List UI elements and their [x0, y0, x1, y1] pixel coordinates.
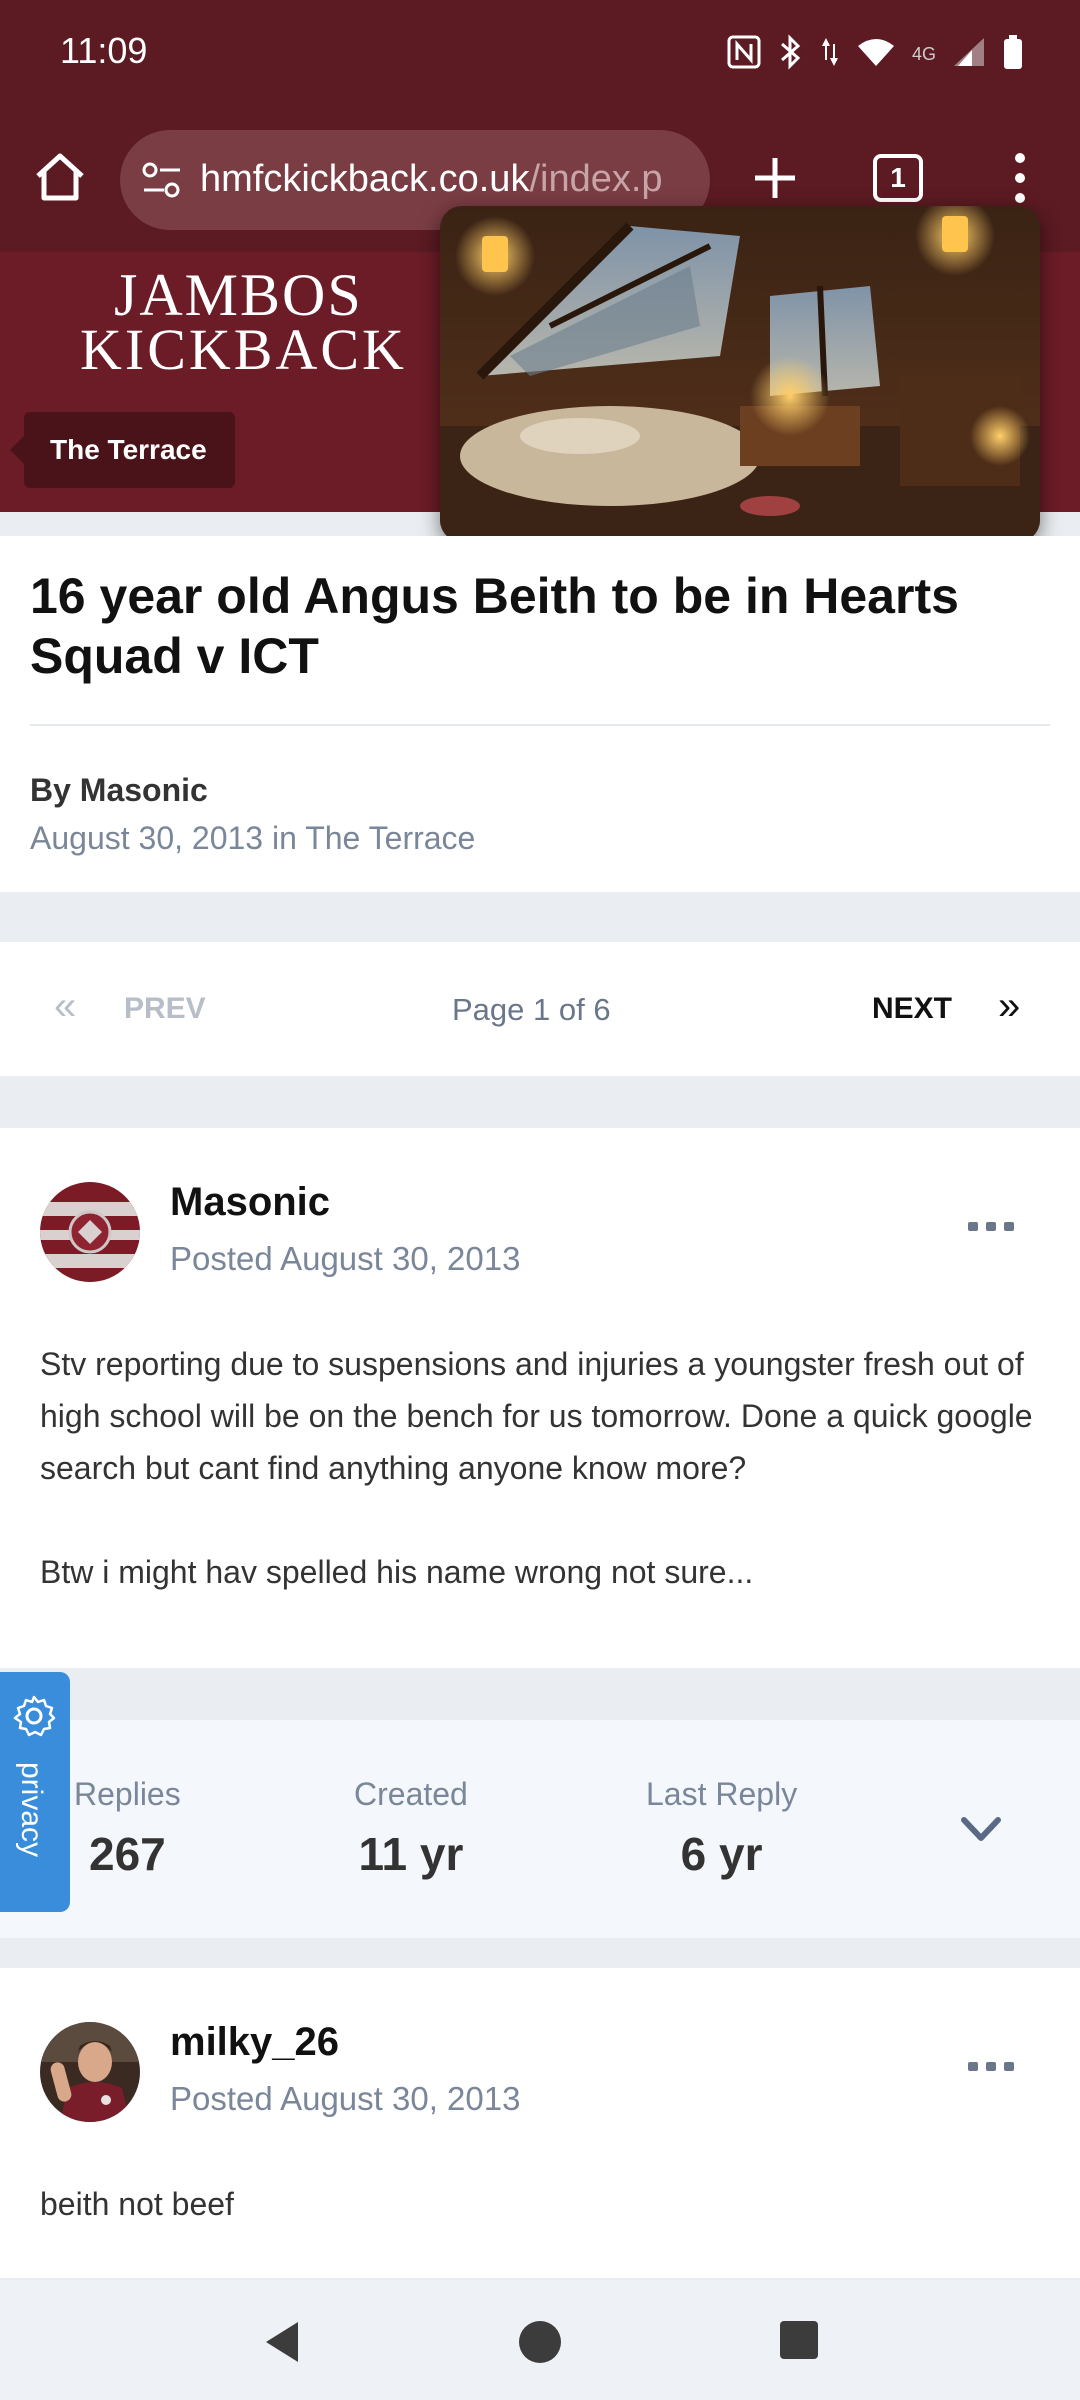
avatar-image: [40, 2022, 140, 2122]
back-triangle-icon: [266, 2322, 298, 2362]
topic-author-line: By Masonic: [30, 772, 208, 809]
url-domain: hmfckickback.co.uk: [200, 158, 530, 200]
post-author[interactable]: milky_26: [170, 2020, 339, 2065]
post-options-button[interactable]: [966, 1216, 1016, 1236]
gear-icon: [13, 1695, 56, 1737]
more-vert-icon: [1015, 153, 1025, 203]
data-arrows-icon: [820, 34, 840, 75]
url-path: /index.p: [529, 158, 663, 200]
avatar-image: [40, 1182, 140, 1282]
by-label: By: [30, 772, 71, 808]
expand-stats-button[interactable]: [956, 1810, 1006, 1850]
tab-switcher-button[interactable]: 1: [873, 154, 923, 202]
recents-button[interactable]: [780, 2321, 818, 2359]
stat-replies-value: 267: [88, 1828, 166, 1880]
battery-icon: [1002, 34, 1024, 75]
in-label: in: [271, 820, 297, 856]
status-bar: 11:09 4G: [0, 0, 1080, 108]
post-paragraph: Btw i might hav spelled his name wrong n…: [40, 1554, 754, 1590]
home-circle-button[interactable]: [519, 2321, 561, 2363]
logo-line1: JAMBOS: [114, 262, 363, 328]
post-paragraph: Stv reporting due to suspensions and inj…: [40, 1346, 1033, 1486]
status-icons: 4G: [726, 34, 1024, 75]
logo-line2: KICKBACK: [80, 317, 407, 382]
topic-date: August 30, 2013: [30, 820, 264, 856]
stat-last-reply-label: Last Reply: [646, 1776, 798, 1812]
site-logo[interactable]: JAMBOS KICKBACK: [80, 262, 550, 382]
pip-video-overlay[interactable]: [440, 206, 1040, 542]
stat-last-reply: Last Reply 6 yr: [646, 1776, 797, 1881]
browser-menu-button[interactable]: [1000, 148, 1040, 208]
page-indicator[interactable]: Page 1 of 6: [452, 992, 611, 1028]
chevron-down-icon: [961, 1817, 1001, 1841]
post-options-button[interactable]: [966, 2056, 1016, 2076]
status-time: 11:09: [60, 30, 148, 71]
post-date: Posted August 30, 2013: [170, 2080, 521, 2117]
home-button[interactable]: [30, 148, 90, 208]
post-date: Posted August 30, 2013: [170, 1240, 521, 1277]
url-text: hmfckickback.co.uk/index.p: [200, 158, 663, 201]
privacy-label: privacy: [15, 1762, 48, 1858]
privacy-settings-tab[interactable]: privacy: [0, 1672, 70, 1912]
plus-icon: [755, 158, 795, 198]
post-content: Stv reporting due to suspensions and inj…: [40, 1338, 1040, 1650]
pip-video-frame: [440, 206, 1040, 542]
avatar[interactable]: [40, 1182, 140, 1282]
stat-created-value: 11 yr: [358, 1828, 464, 1880]
post: milky_26 Posted August 30, 2013 beith no…: [0, 1968, 1080, 2278]
network-type-label: 4G: [911, 44, 936, 64]
nfc-icon: [726, 34, 762, 75]
pagination: « PREV Page 1 of 6 NEXT »: [0, 942, 1080, 1076]
next-page-button[interactable]: NEXT: [872, 992, 952, 1026]
more-horiz-icon: [968, 1222, 1014, 1231]
bluetooth-icon: [778, 34, 804, 75]
stat-created: Created 11 yr: [354, 1776, 468, 1881]
topic-date-line: August 30, 2013 in The Terrace: [30, 820, 475, 857]
breadcrumb-forum[interactable]: The Terrace: [10, 412, 235, 488]
post-content: beith not beef: [40, 2178, 1040, 2282]
double-chevron-right-icon[interactable]: »: [998, 984, 1020, 1029]
post: Masonic Posted August 30, 2013 Stv repor…: [0, 1128, 1080, 1668]
stat-replies: Replies 267: [74, 1776, 181, 1881]
new-tab-button[interactable]: [745, 148, 805, 208]
topic-author[interactable]: Masonic: [80, 772, 208, 808]
prev-page-button[interactable]: PREV: [124, 992, 206, 1026]
post-paragraph: beith not beef: [40, 2186, 234, 2222]
post-author[interactable]: Masonic: [170, 1180, 330, 1225]
topic-stats: Replies 267 Created 11 yr Last Reply 6 y…: [0, 1720, 1080, 1938]
double-chevron-left-icon: «: [54, 984, 77, 1028]
home-icon: [36, 153, 84, 201]
signal-icon: [952, 36, 986, 73]
stat-replies-label: Replies: [74, 1776, 181, 1812]
stat-last-reply-value: 6 yr: [680, 1828, 763, 1880]
more-horiz-icon: [968, 2062, 1014, 2071]
topic-title: 16 year old Angus Beith to be in Hearts …: [30, 568, 959, 684]
topic-header: 16 year old Angus Beith to be in Hearts …: [0, 536, 1080, 892]
avatar[interactable]: [40, 2022, 140, 2122]
site-settings-icon[interactable]: [140, 160, 184, 200]
topic-forum-link[interactable]: The Terrace: [305, 820, 475, 856]
title-divider: [30, 724, 1050, 726]
stat-created-label: Created: [354, 1776, 468, 1812]
system-navigation-bar: [0, 2280, 1080, 2400]
wifi-icon: [856, 36, 896, 73]
page: 11:09 4G hmfckickback.co.uk/index.p 1 JA…: [0, 0, 1080, 2400]
back-button[interactable]: [262, 2320, 302, 2364]
